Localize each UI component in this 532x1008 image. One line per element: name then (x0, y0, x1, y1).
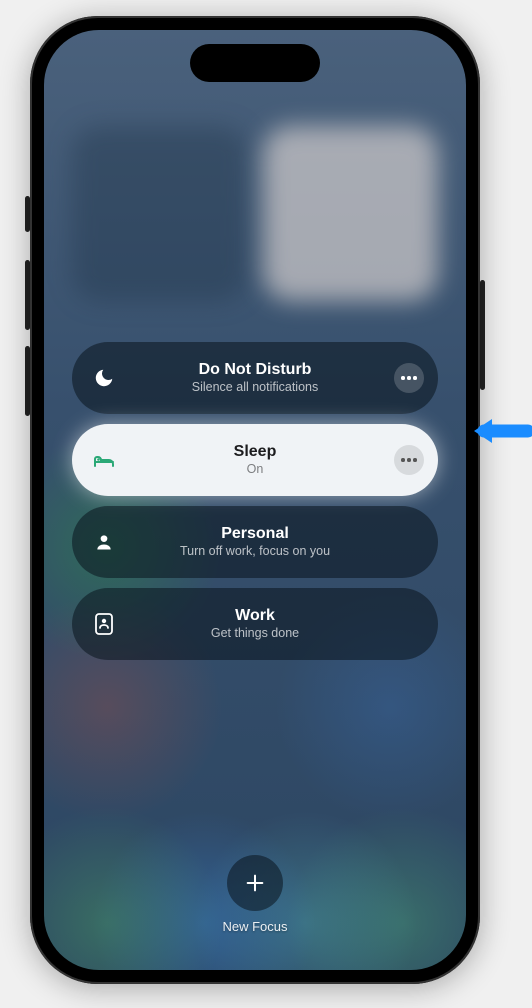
phone-side-button (480, 280, 485, 390)
focus-subtitle: On (118, 462, 392, 477)
focus-title: Work (118, 607, 392, 625)
iphone-frame: Do Not Disturb Silence all notifications… (30, 16, 480, 984)
focus-text: Work Get things done (118, 607, 420, 641)
focus-subtitle: Silence all notifications (118, 380, 392, 395)
focus-text: Do Not Disturb Silence all notifications (118, 361, 420, 395)
dynamic-island (190, 44, 320, 82)
focus-text: Personal Turn off work, focus on you (118, 525, 420, 559)
new-focus-button[interactable] (227, 855, 283, 911)
ellipsis-icon (401, 458, 417, 462)
more-options-button[interactable] (394, 363, 424, 393)
focus-title: Sleep (118, 443, 392, 461)
plus-icon (244, 872, 266, 894)
focus-item-work[interactable]: Work Get things done (72, 588, 438, 660)
focus-subtitle: Turn off work, focus on you (118, 544, 392, 559)
focus-title: Personal (118, 525, 392, 543)
bed-icon (90, 446, 118, 474)
ellipsis-icon (401, 376, 417, 380)
focus-subtitle: Get things done (118, 626, 392, 641)
new-focus-label: New Focus (222, 919, 287, 934)
focus-item-personal[interactable]: Personal Turn off work, focus on you (72, 506, 438, 578)
moon-icon (90, 364, 118, 392)
callout-arrow-icon (470, 413, 532, 449)
iphone-screen: Do Not Disturb Silence all notifications… (44, 30, 466, 970)
more-options-button[interactable] (394, 445, 424, 475)
person-icon (90, 528, 118, 556)
focus-item-do-not-disturb[interactable]: Do Not Disturb Silence all notifications (72, 342, 438, 414)
focus-item-sleep[interactable]: Sleep On (72, 424, 438, 496)
focus-text: Sleep On (118, 443, 420, 477)
focus-modes-list: Do Not Disturb Silence all notifications… (44, 342, 466, 660)
badge-icon (90, 610, 118, 638)
focus-title: Do Not Disturb (118, 361, 392, 379)
new-focus-section: New Focus (44, 855, 466, 934)
